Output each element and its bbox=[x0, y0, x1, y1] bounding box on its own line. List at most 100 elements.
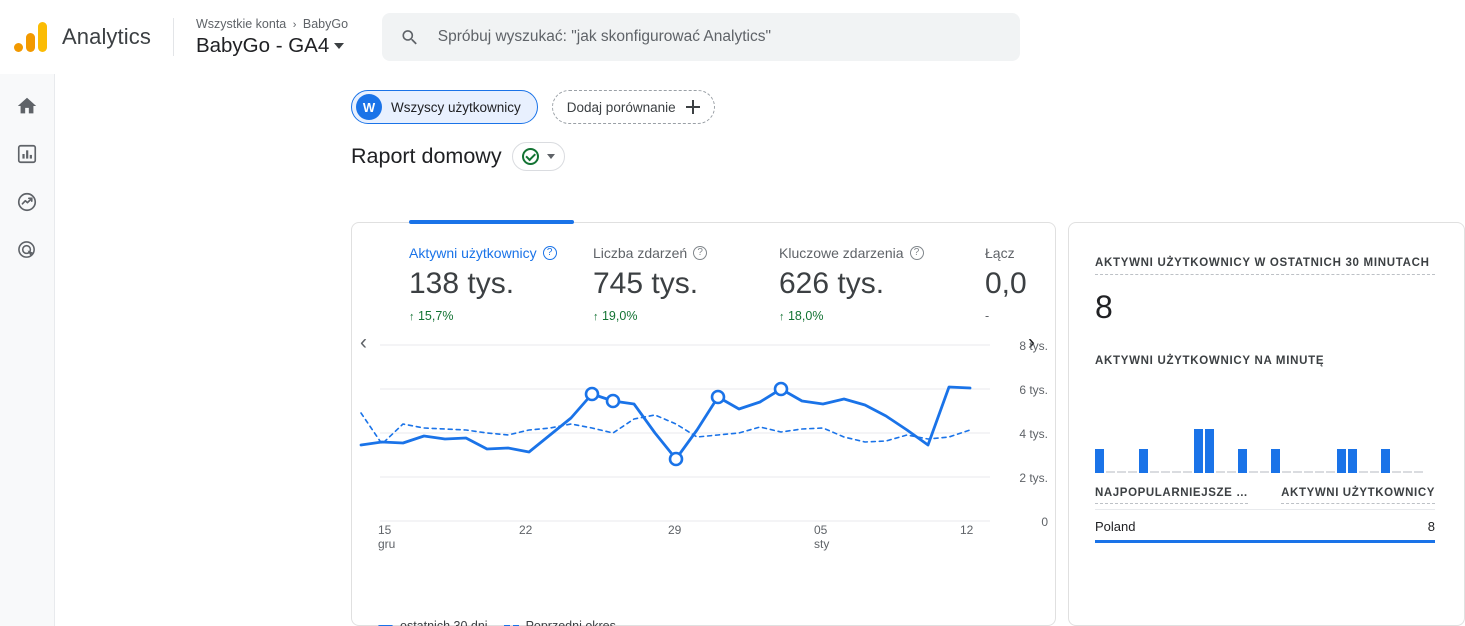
realtime-bar bbox=[1150, 471, 1159, 473]
account-selector[interactable]: Wszystkie konta › BabyGo BabyGo - GA4 bbox=[196, 18, 348, 57]
realtime-bar bbox=[1392, 471, 1401, 473]
cell-country: Poland bbox=[1095, 519, 1136, 534]
sidebar-item-home[interactable] bbox=[7, 90, 47, 122]
report-status-badge[interactable] bbox=[511, 142, 565, 171]
comparison-chip-row: W Wszyscy użytkownicy Dodaj porównanie bbox=[351, 90, 715, 124]
realtime-headline: AKTYWNI UŻYTKOWNICY W OSTATNICH 30 MINUT… bbox=[1095, 257, 1435, 275]
realtime-per-minute-label: AKTYWNI UŻYTKOWNICY NA MINUTĘ bbox=[1095, 355, 1325, 367]
legend-label: ostatnich 30 dni bbox=[400, 619, 488, 626]
overview-card: ‹ › Aktywni użytkownicy ? 138 tys. ↑ 15,… bbox=[351, 220, 1057, 626]
realtime-bar bbox=[1381, 449, 1390, 473]
realtime-card: AKTYWNI UŻYTKOWNICY W OSTATNICH 30 MINUT… bbox=[1068, 222, 1465, 626]
breadcrumb-child: BabyGo bbox=[302, 16, 349, 31]
realtime-bar bbox=[1172, 471, 1181, 473]
x-tick: 12 bbox=[960, 523, 974, 537]
current-period-line bbox=[359, 385, 972, 461]
property-name-label: BabyGo - GA4 bbox=[195, 33, 330, 57]
sidebar-item-explore[interactable] bbox=[7, 186, 47, 218]
realtime-active-users-value: 8 bbox=[1095, 289, 1113, 325]
delta-up-arrow-icon: ↑ bbox=[409, 311, 415, 323]
cell-users: 8 bbox=[1427, 519, 1435, 534]
column-header-country: NAJPOPULARNIEJSZE … bbox=[1095, 487, 1249, 504]
metric-delta: ↑ 18,0% bbox=[779, 309, 924, 323]
realtime-bar bbox=[1293, 471, 1302, 473]
metric-label: Liczba zdarzeń ? bbox=[593, 245, 708, 261]
metric-label-text: Kluczowe zdarzenia bbox=[779, 245, 904, 261]
realtime-bar bbox=[1414, 471, 1423, 473]
metric-summary-row: Aktywni użytkownicy ? 138 tys. ↑ 15,7% L… bbox=[352, 245, 1057, 331]
x-axis-labels: 15 gru 22 29 05 sty 12 bbox=[352, 523, 1057, 567]
realtime-bar bbox=[1205, 429, 1214, 473]
y-tick: 4 tys. bbox=[1019, 427, 1048, 441]
metric-value: 745 tys. bbox=[593, 267, 699, 300]
x-tick: 15 gru bbox=[378, 523, 396, 551]
help-icon[interactable]: ? bbox=[693, 246, 708, 260]
column-header-users: AKTYWNI UŻYTKOWNICY bbox=[1281, 487, 1435, 504]
metric-value: 0,0 bbox=[985, 267, 1027, 300]
x-tick: 29 bbox=[668, 523, 682, 537]
x-tick: 22 bbox=[519, 523, 533, 537]
realtime-bar bbox=[1271, 449, 1280, 473]
bar-chart-icon bbox=[17, 144, 37, 164]
active-metric-indicator bbox=[409, 220, 574, 224]
realtime-bar bbox=[1315, 471, 1324, 473]
realtime-bar bbox=[1128, 471, 1137, 473]
delta-value: 19,0% bbox=[601, 309, 638, 323]
metric-card-event-count[interactable]: Liczba zdarzeń ? 745 tys. ↑ 19,0% bbox=[593, 245, 708, 323]
realtime-bar bbox=[1348, 449, 1357, 473]
realtime-bar bbox=[1194, 429, 1203, 473]
sidebar-item-reports[interactable] bbox=[7, 138, 47, 170]
delta-up-arrow-icon: ↑ bbox=[593, 311, 599, 323]
realtime-country-table: NAJPOPULARNIEJSZE … AKTYWNI UŻYTKOWNICY … bbox=[1095, 487, 1435, 543]
metric-value: 626 tys. bbox=[779, 267, 885, 300]
left-nav-rail bbox=[0, 74, 55, 626]
realtime-bar bbox=[1260, 471, 1269, 473]
y-tick: 2 tys. bbox=[1019, 471, 1048, 485]
metric-delta: ↑ 15,7% bbox=[409, 309, 557, 323]
realtime-bar bbox=[1249, 471, 1258, 473]
users-line-chart: 8 tys. 6 tys. 4 tys. 2 tys. 0 15 gru 22 bbox=[352, 331, 1057, 571]
realtime-bar bbox=[1337, 449, 1346, 473]
legend-label: Poprzedni okres bbox=[525, 619, 616, 626]
metric-label-text: Łącz bbox=[985, 245, 1015, 261]
plus-icon bbox=[685, 100, 700, 114]
metric-card-key-events[interactable]: Kluczowe zdarzenia ? 626 tys. ↑ 18,0% bbox=[779, 245, 924, 323]
page-title-row: Raport domowy bbox=[351, 142, 565, 171]
chart-legend: ostatnich 30 dni Poprzedni okres bbox=[378, 619, 616, 626]
metric-card-clipped[interactable]: Łącz 0,0 - bbox=[985, 245, 1027, 323]
realtime-bar bbox=[1238, 449, 1247, 473]
add-comparison-label: Dodaj porównanie bbox=[566, 99, 676, 115]
table-row[interactable]: Poland 8 bbox=[1095, 509, 1435, 540]
metric-card-active-users[interactable]: Aktywni użytkownicy ? 138 tys. ↑ 15,7% bbox=[409, 245, 557, 323]
search-bar[interactable] bbox=[382, 13, 1021, 61]
help-icon[interactable]: ? bbox=[542, 246, 557, 260]
chevron-down-icon bbox=[334, 43, 345, 49]
explore-trending-icon bbox=[17, 192, 37, 212]
add-comparison-button[interactable]: Dodaj porównanie bbox=[551, 90, 715, 124]
comparison-chip-all-users[interactable]: W Wszyscy użytkownicy bbox=[351, 90, 538, 124]
delta-up-arrow-icon: ↑ bbox=[779, 311, 785, 323]
brand-name: Analytics bbox=[62, 24, 151, 49]
chevron-down-icon bbox=[546, 154, 555, 159]
avatar: W bbox=[356, 94, 382, 120]
table-header-row: NAJPOPULARNIEJSZE … AKTYWNI UŻYTKOWNICY bbox=[1095, 487, 1435, 509]
y-axis-labels: 8 tys. 6 tys. 4 tys. 2 tys. 0 bbox=[990, 331, 1056, 531]
chart-gridlines bbox=[380, 344, 990, 522]
realtime-bar-chart bbox=[1095, 423, 1435, 473]
property-name[interactable]: BabyGo - GA4 bbox=[195, 33, 348, 57]
line-chart-svg bbox=[359, 344, 990, 522]
advertising-target-icon bbox=[18, 241, 35, 258]
chart-markers bbox=[584, 381, 789, 467]
search-input[interactable] bbox=[437, 28, 1003, 46]
y-tick: 8 tys. bbox=[1019, 339, 1048, 353]
realtime-bar bbox=[1326, 471, 1335, 473]
breadcrumb: Wszystkie konta › BabyGo bbox=[196, 18, 348, 31]
realtime-bar bbox=[1117, 471, 1126, 473]
sidebar-item-advertising[interactable] bbox=[7, 234, 47, 266]
realtime-bar bbox=[1139, 449, 1148, 473]
help-icon[interactable]: ? bbox=[909, 246, 924, 260]
header-divider bbox=[172, 18, 174, 56]
metric-label-text: Liczba zdarzeń bbox=[593, 245, 688, 261]
realtime-bar bbox=[1227, 471, 1236, 473]
page-title: Raport domowy bbox=[351, 144, 502, 168]
